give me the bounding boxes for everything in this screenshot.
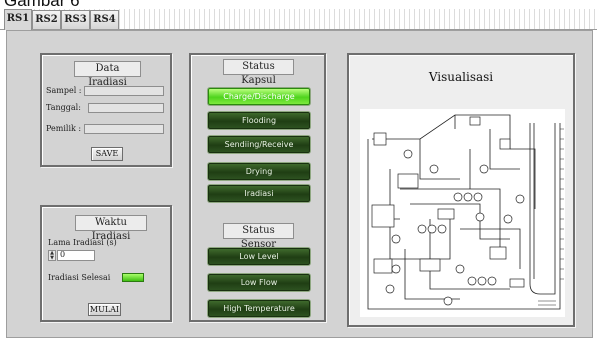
sampel-input-box[interactable] <box>84 86 164 96</box>
visualisasi-panel: Visualisasi <box>347 53 575 327</box>
tanggal-label: Tanggal: <box>46 103 81 112</box>
status-flooding: Flooding <box>208 112 310 129</box>
sensor-high-temperature: High Temperature <box>208 300 310 317</box>
rs1-panel: Data Iradiasi Sampel : Tanggal: Pemilik … <box>6 30 593 338</box>
pneumatic-system-diagram <box>360 109 565 317</box>
tanggal-field[interactable] <box>88 103 164 113</box>
pemilik-field[interactable] <box>84 124 164 134</box>
waktu-iradiasi-panel: Waktu Iradiasi Lama Iradiasi (s) ▲ ▼ 0 Ir… <box>40 205 172 322</box>
tab-strip: RS1 RS2 RS3 RS4 <box>0 9 597 30</box>
sensor-low-level: Low Level <box>208 248 310 265</box>
iradiasi-selesai-led <box>122 273 144 282</box>
status-iradiasi: Iradiasi <box>208 185 310 202</box>
sensor-low-flow: Low Flow <box>208 274 310 291</box>
visualisasi-title: Visualisasi <box>428 70 494 84</box>
status-panel: Status Kapsul Charge/Discharge Flooding … <box>189 53 326 322</box>
status-drying: Drying <box>208 163 310 180</box>
tab-rs3[interactable]: RS3 <box>61 10 90 29</box>
waktu-iradiasi-title: Waktu Iradiasi <box>75 215 147 242</box>
tab-rs1[interactable]: RS1 <box>4 9 32 30</box>
status-sensor-title: Status Sensor <box>223 223 294 250</box>
iradiasi-selesai-label: Iradiasi Selesai <box>48 273 111 282</box>
status-sending-receive: Sendiing/Receive <box>208 136 310 153</box>
data-iradiasi-title: Data Iradiasi <box>74 61 141 88</box>
mulai-button[interactable]: MULAI <box>88 303 121 316</box>
lama-iradiasi-input[interactable]: 0 <box>57 250 95 261</box>
tab-rs4[interactable]: RS4 <box>90 10 119 29</box>
lama-iradiasi-label: Lama Iradiasi (s) <box>48 238 117 247</box>
save-button[interactable]: SAVE <box>91 147 123 161</box>
tab-rs2[interactable]: RS2 <box>32 10 61 29</box>
lama-iradiasi-stepper[interactable]: ▲ ▼ <box>48 250 56 261</box>
data-iradiasi-panel: Data Iradiasi Sampel : Tanggal: Pemilik … <box>40 53 172 167</box>
status-kapsul-title: Status Kapsul <box>223 59 294 86</box>
pemilik-label: Pemilik : <box>46 124 82 133</box>
status-charge-discharge: Charge/Discharge <box>208 88 310 105</box>
